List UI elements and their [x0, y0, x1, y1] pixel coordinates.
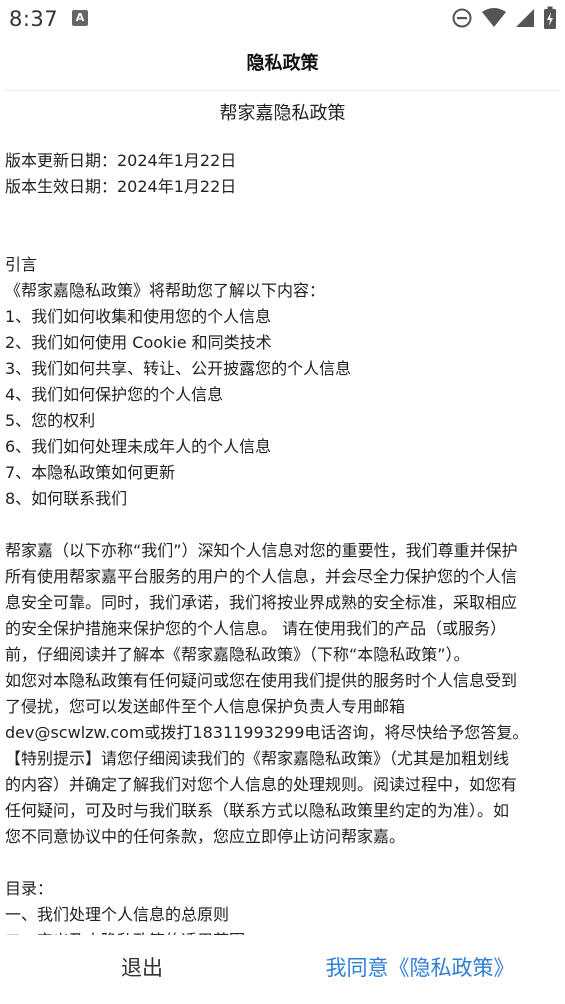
- toc-item: 1、我们如何收集和使用您的个人信息: [5, 307, 272, 326]
- app-title-bar: 隐私政策: [0, 44, 565, 84]
- body-line: 任何疑问，可及时与我们联系（联系方式以隐私政策里约定的为准）。如: [5, 801, 510, 820]
- status-icons: [451, 6, 557, 30]
- body-line: 所有使用帮家嘉平台服务的用户的个人信息，并会尽全力保护您的个人信: [5, 567, 518, 586]
- toc-item: 7、本隐私政策如何更新: [5, 463, 176, 482]
- battery-icon: [544, 6, 556, 29]
- body-line: 的安全保护措施来保护您的个人信息。 请在使用我们的产品（或服务）: [5, 619, 507, 638]
- status-bar: 8:37 A: [0, 0, 565, 38]
- toc-item: 6、我们如何处理未成年人的个人信息: [5, 437, 272, 456]
- update-date: 版本更新日期：2024年1月22日: [5, 151, 237, 170]
- document-title: 帮家嘉隐私政策: [219, 103, 346, 124]
- wifi-icon: [482, 8, 506, 27]
- toc-item: 3、我们如何共享、转让、公开披露您的个人信息: [5, 359, 352, 378]
- toc-item: 5、您的权利: [5, 411, 96, 430]
- body-line: 您不同意协议中的任何条款，您应立即停止访问帮家嘉。: [5, 827, 406, 846]
- effective-date: 版本生效日期：2024年1月22日: [5, 177, 237, 196]
- status-time: 8:37: [9, 7, 59, 31]
- body-line: dev@scwlzw.com或拨打18311993299电话咨询，将尽快给予您答…: [5, 723, 529, 742]
- body-line: 息安全可靠。同时，我们承诺，我们将按业界成熟的安全标准，采取相应: [5, 593, 518, 612]
- toc-item: 8、如何联系我们: [5, 489, 128, 508]
- catalog-heading: 目录：: [5, 879, 54, 898]
- intro-text: 《帮家嘉隐私政策》将帮助您了解以下内容：: [5, 281, 326, 300]
- body-line: 【特别提示】请您仔细阅读我们的《帮家嘉隐私政策》（尤其是加粗划线: [5, 749, 510, 768]
- notification-icon: A: [72, 10, 88, 26]
- exit-button[interactable]: 退出: [92, 951, 192, 985]
- do-not-disturb-icon: [452, 8, 472, 28]
- toc-item: 2、我们如何使用 Cookie 和同类技术: [5, 333, 272, 352]
- title-divider: [5, 90, 560, 91]
- action-bar: 退出 我同意《隐私政策》: [0, 935, 565, 1004]
- cellular-signal-icon: [516, 9, 534, 27]
- catalog-item: 一、我们处理个人信息的总原则: [5, 905, 230, 924]
- intro-heading: 引言: [5, 255, 38, 274]
- toc-item: 4、我们如何保护您的个人信息: [5, 385, 224, 404]
- body-line: 帮家嘉（以下亦称“我们”）深知个人信息对您的重要性，我们尊重并保护: [5, 541, 518, 560]
- policy-content[interactable]: 版本更新日期：2024年1月22日 版本生效日期：2024年1月22日 引言 《…: [5, 148, 561, 954]
- notification-glyph: A: [75, 11, 85, 24]
- body-line: 了侵扰，您可以发送邮件至个人信息保护负责人专用邮箱: [5, 697, 406, 716]
- body-line: 的内容）并确定了解我们对您个人信息的处理规则。阅读过程中，如您有: [5, 775, 518, 794]
- agree-button[interactable]: 我同意《隐私政策》: [305, 951, 535, 985]
- page-title: 隐私政策: [246, 53, 319, 74]
- body-line: 前，仔细阅读并了解本《帮家嘉隐私政策》（下称“本隐私政策”）。: [5, 645, 470, 664]
- body-line: 如您对本隐私政策有任何疑问或您在使用我们提供的服务时个人信息受到: [5, 671, 518, 690]
